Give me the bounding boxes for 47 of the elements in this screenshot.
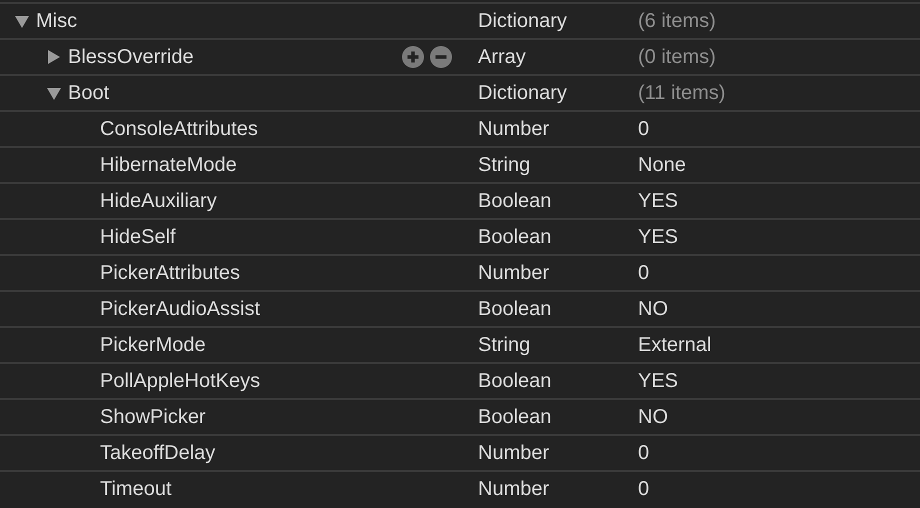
value-text: YES [638,190,678,212]
type-label: Boolean [478,406,552,428]
type-label: Boolean [478,190,552,212]
item-count: (11 items) [638,82,726,104]
type-label: Boolean [478,298,552,320]
key-name: ShowPicker [100,405,206,430]
value-text: NO [638,298,668,320]
key-name: Timeout [100,477,172,502]
type-label: Number [478,442,550,464]
disclosure-triangle-down-icon[interactable] [14,13,30,29]
key-name: Misc [36,9,78,34]
value-text: 0 [638,262,650,284]
type-label: Boolean [478,226,552,248]
key-name: PickerAudioAssist [100,297,260,322]
key-name: Boot [68,81,110,106]
type-label: String [478,334,530,356]
type-label: Boolean [478,370,552,392]
disclosure-triangle-right-icon[interactable] [46,49,62,65]
key-name: ConsoleAttributes [100,117,258,142]
key-name: HibernateMode [100,153,237,178]
key-name: BlessOverride [68,45,194,70]
disclosure-triangle-down-icon[interactable] [46,85,62,101]
type-label: Dictionary [478,10,567,32]
key-name: PickerAttributes [100,261,240,286]
key-name: PollAppleHotKeys [100,369,260,394]
value-text: None [638,154,686,176]
remove-icon[interactable] [430,46,452,68]
type-label: Number [478,478,550,500]
value-text: 0 [638,478,650,500]
type-label: Number [478,262,550,284]
value-text: 0 [638,118,650,140]
value-text: 0 [638,442,650,464]
item-count: (0 items) [638,46,716,68]
type-label: Number [478,118,550,140]
key-name: HideAuxiliary [100,189,217,214]
key-name: TakeoffDelay [100,441,216,466]
type-label: String [478,154,530,176]
type-label: Array [478,46,526,68]
key-name: PickerMode [100,333,206,358]
key-name: HideSelf [100,225,176,250]
value-text: YES [638,226,678,248]
value-text: YES [638,370,678,392]
item-count: (6 items) [638,10,716,32]
value-text: NO [638,406,668,428]
value-text: External [638,334,712,356]
type-label: Dictionary [478,82,567,104]
add-icon[interactable] [402,46,424,68]
